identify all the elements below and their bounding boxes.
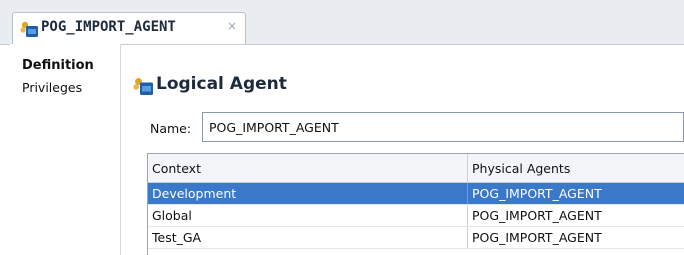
nav-item-definition[interactable]: Definition: [22, 58, 94, 73]
editor-tab-strip: POG_IMPORT_AGENT ×: [0, 0, 684, 45]
name-field[interactable]: [202, 112, 684, 142]
name-label: Name:: [150, 121, 192, 136]
table-row[interactable]: Development POG_IMPORT_AGENT: [148, 183, 684, 205]
section-nav: Definition Privileges: [10, 44, 121, 255]
context-cell[interactable]: Global: [148, 205, 468, 226]
logical-agent-icon: [20, 21, 38, 37]
column-header-context[interactable]: Context: [148, 154, 468, 182]
column-header-physical-agents[interactable]: Physical Agents: [468, 154, 684, 182]
table-row[interactable]: Test_GA POG_IMPORT_AGENT: [148, 227, 684, 249]
close-icon[interactable]: ×: [227, 19, 237, 33]
physical-agent-cell[interactable]: POG_IMPORT_AGENT: [468, 227, 684, 248]
page-title: Logical Agent: [156, 74, 287, 94]
table-header-row: Context Physical Agents: [148, 154, 684, 183]
logical-agent-icon: [133, 78, 153, 95]
context-cell[interactable]: Development: [148, 183, 468, 204]
nav-item-privileges[interactable]: Privileges: [22, 80, 82, 95]
context-cell[interactable]: Test_GA: [148, 227, 468, 248]
tab-title: POG_IMPORT_AGENT: [41, 19, 176, 35]
physical-agent-cell[interactable]: POG_IMPORT_AGENT: [468, 205, 684, 226]
context-agent-table: Context Physical Agents Development POG_…: [147, 153, 684, 255]
editor-tab[interactable]: POG_IMPORT_AGENT ×: [12, 12, 246, 44]
physical-agent-cell[interactable]: POG_IMPORT_AGENT: [468, 183, 684, 204]
table-row[interactable]: Global POG_IMPORT_AGENT: [148, 205, 684, 227]
